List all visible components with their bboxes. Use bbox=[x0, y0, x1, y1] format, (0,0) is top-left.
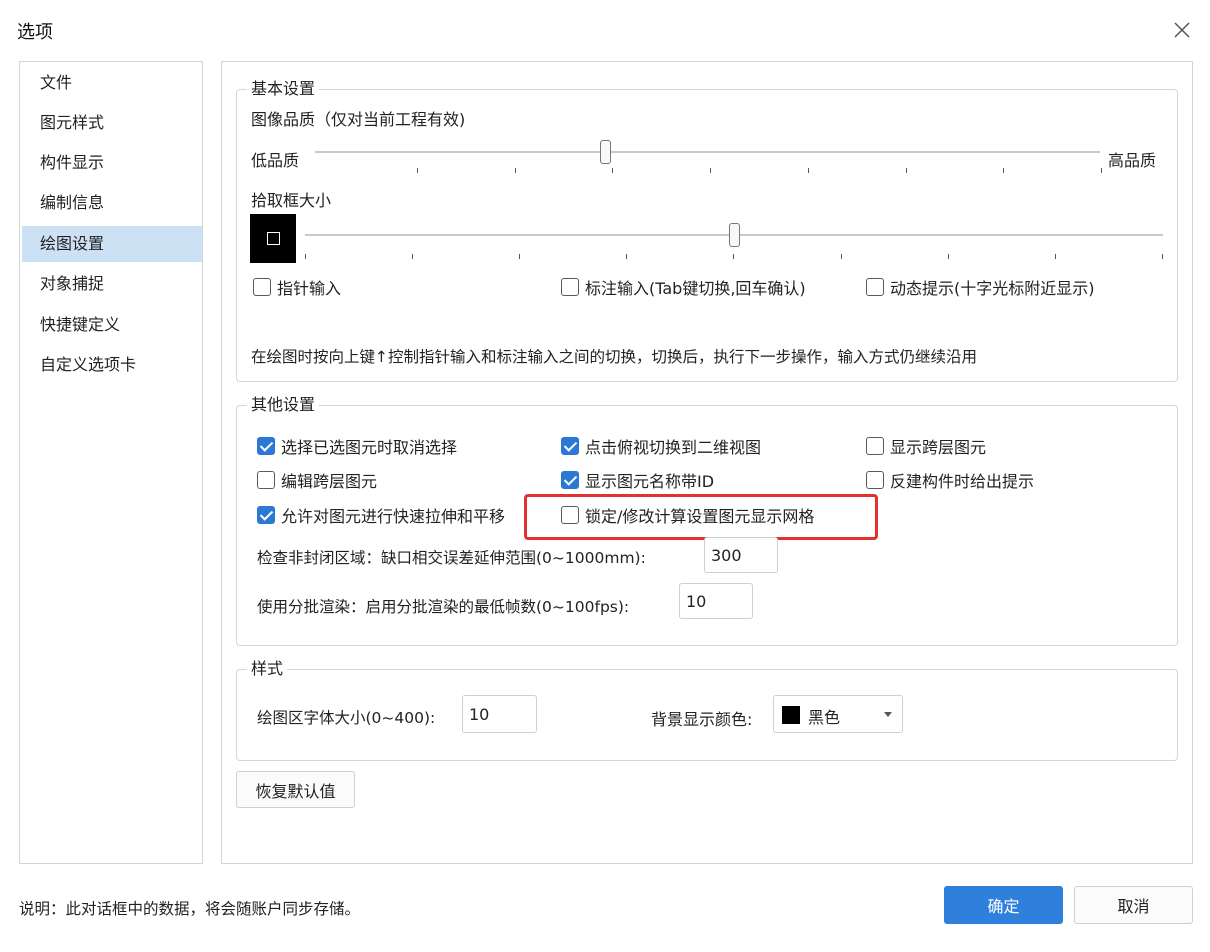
pointer-input-label: 指针输入 bbox=[277, 279, 342, 298]
quality-low-label: 低品质 bbox=[251, 151, 300, 170]
checkbox-box bbox=[866, 471, 884, 489]
sidebar-item-object-snap[interactable]: 对象捕捉 bbox=[22, 266, 202, 302]
slider-tick bbox=[947, 254, 949, 259]
quality-high-label: 高品质 bbox=[1108, 151, 1157, 170]
checkbox-box bbox=[866, 278, 884, 296]
background-color-value: 黑色 bbox=[808, 708, 841, 727]
slider-tick bbox=[840, 254, 842, 259]
checkbox-box bbox=[257, 437, 275, 455]
slider-tick bbox=[305, 254, 306, 259]
slider-tick bbox=[1054, 254, 1056, 259]
close-button[interactable] bbox=[1168, 16, 1196, 44]
checkbox-box bbox=[257, 506, 275, 524]
edit-cross-layer-checkbox[interactable]: 编辑跨层图元 bbox=[257, 468, 377, 492]
annotation-highlight-box bbox=[524, 494, 878, 540]
slider-tick bbox=[417, 168, 418, 173]
image-quality-label: 图像品质（仅对当前工程有效) bbox=[251, 110, 466, 129]
checkbox-box bbox=[253, 278, 271, 296]
batch-render-label: 使用分批渲染：启用分批渲染的最低帧数(0~100fps): bbox=[257, 598, 630, 616]
show-cross-layer-checkbox[interactable]: 显示跨层图元 bbox=[866, 434, 986, 458]
dynamic-tip-checkbox[interactable]: 动态提示(十字光标附近显示) bbox=[866, 275, 1095, 299]
dimension-input-checkbox[interactable]: 标注输入(Tab键切换,回车确认) bbox=[561, 275, 806, 299]
slider-tick bbox=[1003, 168, 1005, 173]
image-quality-slider-thumb[interactable] bbox=[600, 140, 612, 164]
dimension-input-label: 标注输入(Tab键切换,回车确认) bbox=[585, 279, 806, 298]
sidebar-item-element-style[interactable]: 图元样式 bbox=[22, 105, 202, 141]
slider-tick bbox=[1100, 168, 1102, 173]
slider-tick bbox=[412, 254, 414, 259]
quick-stretch-checkbox[interactable]: 允许对图元进行快速拉伸和平移 bbox=[257, 503, 505, 527]
restore-defaults-button[interactable]: 恢复默认值 bbox=[236, 771, 355, 808]
color-swatch bbox=[782, 706, 800, 724]
sidebar-item-component-display[interactable]: 构件显示 bbox=[22, 145, 202, 181]
background-color-select[interactable]: 黑色 bbox=[773, 695, 903, 733]
slider-tick bbox=[514, 168, 516, 173]
slider-tick bbox=[612, 168, 614, 173]
cancel-button[interactable]: 取消 bbox=[1074, 886, 1193, 924]
slider-tick bbox=[626, 254, 628, 259]
image-quality-slider[interactable] bbox=[315, 151, 1100, 153]
sidebar-item-custom-tabs[interactable]: 自定义选项卡 bbox=[22, 347, 202, 383]
click-top-view-2d-label: 点击俯视切换到二维视图 bbox=[585, 438, 762, 457]
reverse-build-tip-checkbox[interactable]: 反建构件时给出提示 bbox=[866, 468, 1034, 492]
other-settings-legend: 其他设置 bbox=[247, 393, 320, 417]
show-cross-layer-label: 显示跨层图元 bbox=[890, 438, 987, 457]
slider-tick bbox=[733, 254, 735, 259]
pickbox-size-label: 拾取框大小 bbox=[251, 191, 332, 210]
chevron-down-icon bbox=[884, 712, 892, 717]
sidebar-item-compile-info[interactable]: 编制信息 bbox=[22, 185, 202, 221]
basic-settings-legend: 基本设置 bbox=[247, 77, 320, 101]
slider-tick bbox=[807, 168, 809, 173]
gap-extend-label: 检查非封闭区域：缺口相交误差延伸范围(0~1000mm): bbox=[257, 549, 646, 567]
style-legend: 样式 bbox=[247, 657, 288, 681]
window-title: 选项 bbox=[17, 22, 53, 43]
dynamic-tip-label: 动态提示(十字光标附近显示) bbox=[890, 279, 1095, 298]
sidebar-item-drawing-settings[interactable]: 绘图设置 bbox=[22, 226, 202, 262]
click-top-view-2d-checkbox[interactable]: 点击俯视切换到二维视图 bbox=[561, 434, 761, 458]
checkbox-box bbox=[561, 471, 579, 489]
font-size-input[interactable] bbox=[462, 695, 537, 733]
deselect-on-reselect-label: 选择已选图元时取消选择 bbox=[281, 438, 458, 457]
pointer-input-checkbox[interactable]: 指针输入 bbox=[253, 275, 341, 299]
checkbox-box bbox=[257, 471, 275, 489]
batch-render-input[interactable] bbox=[679, 583, 753, 619]
title-bar: 选项 bbox=[0, 0, 1210, 58]
slider-tick bbox=[519, 254, 521, 259]
checkbox-box bbox=[866, 437, 884, 455]
gap-extend-input[interactable] bbox=[704, 537, 778, 573]
ok-button[interactable]: 确定 bbox=[944, 886, 1063, 924]
quick-stretch-label: 允许对图元进行快速拉伸和平移 bbox=[281, 507, 506, 526]
reverse-build-tip-label: 反建构件时给出提示 bbox=[890, 472, 1035, 491]
slider-tick bbox=[1161, 254, 1163, 259]
slider-tick bbox=[710, 168, 712, 173]
input-switch-note: 在绘图时按向上键↑控制指针输入和标注输入之间的切换，切换后，执行下一步操作，输入… bbox=[251, 348, 977, 366]
deselect-on-reselect-checkbox[interactable]: 选择已选图元时取消选择 bbox=[257, 434, 457, 458]
edit-cross-layer-label: 编辑跨层图元 bbox=[281, 472, 378, 491]
sidebar-item-file[interactable]: 文件 bbox=[22, 65, 202, 101]
sidebar-item-shortcuts[interactable]: 快捷键定义 bbox=[22, 307, 202, 343]
close-icon bbox=[1174, 22, 1190, 38]
checkbox-box bbox=[561, 437, 579, 455]
pickbox-size-slider-thumb[interactable] bbox=[729, 223, 740, 247]
footer-note: 说明：此对话框中的数据，将会随账户同步存储。 bbox=[19, 900, 361, 918]
show-name-with-id-checkbox[interactable]: 显示图元名称带ID bbox=[561, 468, 714, 492]
pickbox-preview bbox=[250, 214, 296, 263]
slider-tick bbox=[905, 168, 907, 173]
background-color-label: 背景显示颜色: bbox=[651, 710, 753, 729]
sidebar: 文件 图元样式 构件显示 编制信息 绘图设置 对象捕捉 快捷键定义 自定义选项卡 bbox=[19, 61, 203, 864]
checkbox-box bbox=[561, 278, 579, 296]
show-name-with-id-label: 显示图元名称带ID bbox=[585, 472, 715, 491]
font-size-label: 绘图区字体大小(0~400): bbox=[257, 709, 436, 727]
